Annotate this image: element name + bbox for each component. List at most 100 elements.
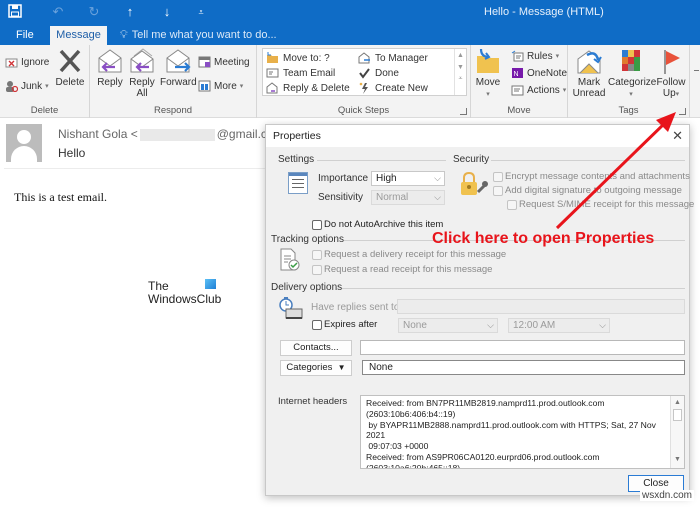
site-watermark: wsxdn.com (640, 490, 695, 501)
sensitivity-label: Sensitivity (318, 192, 364, 203)
quick-steps-gallery: Move to: ? Team Email Reply & Delete To … (262, 48, 467, 96)
scroll-down-icon[interactable]: ▼ (671, 455, 684, 466)
categories-button[interactable]: Categories ▼ (280, 360, 352, 376)
digital-signature-label: Add digital signature to outgoing messag… (505, 185, 682, 196)
customize-qat-icon[interactable]: ⩡ (193, 4, 209, 20)
rules-button[interactable]: Rules ▾ (511, 50, 559, 62)
dropdown-caret-icon: ▾ (555, 53, 560, 60)
reply-icon (95, 48, 125, 74)
windowsclub-logo-icon (205, 279, 216, 289)
scroll-down-icon[interactable]: ▼ (455, 64, 466, 71)
quick-step-done[interactable]: Done (358, 67, 399, 79)
group-label-delete: Delete (30, 105, 59, 116)
scroll-up-icon[interactable]: ▲ (455, 52, 466, 59)
actions-icon (511, 84, 524, 96)
read-receipt-checkbox[interactable] (312, 265, 322, 275)
sensitivity-select[interactable]: Normal ⌵ (371, 190, 445, 205)
quick-step-reply-delete[interactable]: Reply & Delete (266, 82, 350, 94)
headers-scrollbar[interactable]: ▲ ▼ (670, 396, 684, 468)
encrypt-checkbox[interactable] (493, 172, 503, 182)
quick-step-to-manager[interactable]: To Manager (358, 52, 428, 64)
dropdown-caret-icon: ▾ (675, 91, 680, 98)
follow-up-button[interactable]: Follow Up▾ (654, 48, 688, 100)
onenote-button[interactable]: N OneNote (511, 67, 567, 79)
expires-after-checkbox[interactable] (312, 320, 322, 330)
ignore-icon (5, 56, 18, 68)
ignore-button[interactable]: Ignore (5, 56, 49, 68)
contacts-button[interactable]: Contacts... (280, 340, 352, 356)
tell-me-search[interactable]: 💡︎ Tell me what you want to do... (120, 29, 277, 42)
internet-headers-textbox[interactable]: Received: from BN7PR11MB2819.namprd11.pr… (360, 395, 685, 469)
sender-line[interactable]: Nishant Gola < @gmail.co (58, 127, 274, 141)
message-subject: Hello (58, 146, 86, 160)
quick-steps-scrollbar[interactable]: ▲ ▼ ⩡ (454, 49, 466, 95)
tab-file[interactable]: File (16, 29, 34, 41)
categorize-button[interactable]: Categorize ▾ (608, 48, 656, 100)
contacts-input[interactable] (360, 340, 685, 355)
quick-step-create-new[interactable]: Create New (358, 82, 428, 94)
digital-signature-checkbox[interactable] (493, 186, 503, 196)
importance-select[interactable]: High ⌵ (371, 171, 445, 186)
sender-avatar (6, 124, 42, 162)
quick-step-move-to[interactable]: Move to: ? (266, 52, 330, 64)
move-button[interactable]: Move ▾ (473, 48, 503, 100)
settings-section-label: Settings (278, 154, 318, 165)
categories-input[interactable]: None (362, 360, 685, 375)
ribbon-overflow (694, 70, 699, 71)
settings-list-icon (288, 172, 308, 194)
reply-button[interactable]: Reply (94, 48, 126, 88)
sender-name: Nishant Gola < (58, 127, 138, 141)
header-line: 09:07:03 +0000 (366, 441, 429, 452)
have-replies-input[interactable] (397, 299, 685, 314)
meeting-button[interactable]: Meeting (198, 56, 250, 68)
quick-steps-dialog-launcher-icon[interactable] (460, 108, 467, 115)
tags-dialog-launcher-icon[interactable] (679, 108, 686, 115)
scrollbar-thumb[interactable] (673, 409, 682, 421)
actions-button[interactable]: Actions ▾ (511, 84, 566, 96)
settings-divider (316, 160, 446, 161)
expand-gallery-icon[interactable]: ⩡ (455, 75, 466, 83)
folder-move-icon (266, 52, 279, 64)
security-section-label: Security (453, 154, 493, 165)
quick-step-team-email[interactable]: Team Email (266, 67, 335, 79)
expires-date-select[interactable]: None ⌵ (398, 318, 498, 333)
tracking-receipt-icon (279, 248, 303, 272)
close-icon[interactable]: ✕ (672, 128, 683, 144)
more-respond-icon (198, 80, 211, 92)
tags-group: Mark Unread Categorize ▾ Follow Up▾ Tags (568, 45, 690, 118)
checkmark-icon (358, 67, 371, 79)
mark-unread-button[interactable]: Mark Unread (572, 48, 606, 99)
smime-receipt-checkbox[interactable] (507, 200, 517, 210)
save-icon[interactable] (7, 4, 23, 20)
reply-all-icon (127, 48, 157, 74)
message-body: This is a test email. (14, 190, 107, 204)
rules-icon (511, 50, 524, 62)
up-arrow-icon[interactable]: ↑ (122, 4, 138, 20)
redacted-email (139, 128, 215, 141)
dropdown-caret-icon: ▾ (239, 83, 244, 90)
delivery-receipt-label: Request a delivery receipt for this mess… (324, 249, 507, 260)
group-label-tags: Tags (618, 105, 639, 116)
down-arrow-icon[interactable]: ↓ (159, 4, 175, 20)
more-respond-button[interactable]: More ▾ (198, 80, 243, 92)
dropdown-caret-icon: ▾ (45, 83, 49, 90)
security-divider (491, 160, 685, 161)
delete-button[interactable]: Delete (54, 48, 86, 88)
forward-button[interactable]: Forward (160, 48, 197, 88)
autoarchive-label: Do not AutoArchive this item (324, 219, 444, 230)
flag-icon (656, 48, 686, 74)
security-lock-icon (460, 171, 490, 195)
reply-all-button[interactable]: Reply All (126, 48, 158, 99)
tab-message[interactable]: Message (50, 26, 107, 45)
expires-time-select[interactable]: 12:00 AM ⌵ (508, 318, 610, 333)
autoarchive-checkbox[interactable] (312, 220, 322, 230)
undo-icon[interactable]: ↶ (50, 4, 66, 20)
chevron-down-icon: ⌵ (434, 192, 441, 202)
junk-button[interactable]: Junk ▾ (5, 80, 49, 93)
scroll-up-icon[interactable]: ▲ (671, 398, 684, 409)
forward-icon (163, 48, 193, 74)
to-manager-icon (358, 52, 371, 64)
delivery-receipt-checkbox[interactable] (312, 250, 322, 260)
redo-icon[interactable]: ↻ (86, 4, 102, 20)
dropdown-caret-icon: ▾ (629, 91, 633, 98)
